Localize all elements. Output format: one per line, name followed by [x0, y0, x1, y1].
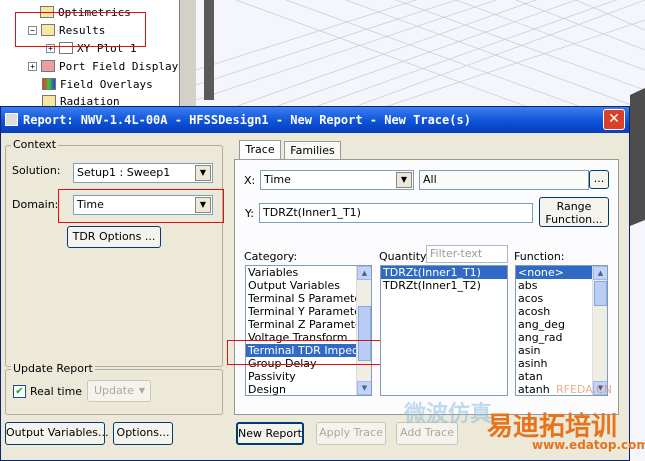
model-edge	[204, 0, 214, 100]
quantity-list-item[interactable]: TDRZt(Inner1_T1)	[381, 266, 507, 279]
range-function-button[interactable]: Range Function...	[539, 197, 609, 227]
tree-item-radiation[interactable]: Radiation	[42, 94, 120, 106]
category-list-item[interactable]: Design	[246, 383, 371, 395]
options-button[interactable]: Options...	[113, 422, 173, 445]
y-label: Y:	[245, 207, 254, 220]
function-list[interactable]: <none> abs acos acosh ang_deg ang_rad asin asin…	[515, 265, 608, 396]
quantity-label: Quantity:	[379, 250, 430, 263]
tree-scrollbar[interactable]	[180, 0, 196, 108]
model-object	[630, 88, 645, 226]
quantity-filter-input[interactable]: Filter-text	[426, 245, 508, 263]
tree-item-port-field-display[interactable]: + Port Field Display	[28, 59, 178, 75]
category-list-item[interactable]: Output Variables	[246, 279, 371, 292]
watermark-url: www.edatop.com	[532, 438, 645, 452]
category-list[interactable]: Variables Output Variables Terminal S Para…	[245, 265, 372, 396]
y-value: TDRZt(Inner1_T1)	[263, 206, 361, 219]
scroll-up-icon[interactable]: ▲	[357, 266, 371, 280]
solution-label: Solution:	[12, 164, 61, 177]
radiation-icon	[42, 95, 56, 106]
solution-value: Setup1 : Sweep1	[77, 166, 171, 179]
watermark-cn-sub: 微波仿真	[404, 402, 493, 427]
category-list-item[interactable]: Passivity	[246, 370, 371, 383]
tdr-options-button[interactable]: TDR Options ...	[67, 226, 161, 248]
chevron-down-icon[interactable]: ▼	[396, 172, 412, 188]
category-list-item[interactable]: Terminal Y Parameter	[246, 305, 371, 318]
app-icon	[5, 113, 18, 126]
y-expression-input[interactable]: TDRZt(Inner1_T1)	[259, 203, 533, 223]
domain-label: Domain:	[12, 198, 59, 211]
apply-trace-button: Apply Trace	[316, 422, 386, 445]
watermark-brand: RFEDA.CN	[556, 383, 612, 396]
quantity-list-item[interactable]: TDRZt(Inner1_T2)	[381, 279, 507, 292]
tree-item-field-overlays[interactable]: Field Overlays	[42, 77, 153, 93]
category-list-item[interactable]: Terminal Z Parameter	[246, 318, 371, 331]
update-report-label: Update Report	[11, 362, 95, 375]
dialog-title: Report: NWV-1.4L-00A - HFSSDesign1 - New…	[23, 113, 471, 127]
category-list-item[interactable]: Terminal S Parameter	[246, 292, 371, 305]
context-group-label: Context	[11, 138, 59, 151]
function-scrollbar[interactable]: ▲ ▼	[592, 266, 607, 395]
tdr-impedance-highlight-box	[227, 340, 386, 365]
x-select[interactable]: Time ▼	[260, 170, 414, 190]
domain-highlight-box	[58, 189, 224, 223]
tab-trace[interactable]: Trace	[239, 140, 281, 160]
update-button: Update ▼	[87, 380, 151, 402]
dropdown-arrow-icon: ▼	[138, 386, 145, 395]
output-variables-button[interactable]: Output Variables...	[5, 422, 108, 445]
x-range-field[interactable]: All	[419, 170, 589, 190]
scroll-thumb[interactable]	[594, 281, 607, 306]
category-list-item[interactable]: Variables	[246, 266, 371, 279]
x-range-ellipsis-button[interactable]: ...	[589, 170, 609, 189]
x-label: X:	[244, 174, 256, 187]
scroll-down-icon[interactable]: ▼	[357, 381, 371, 395]
quantity-items: TDRZt(Inner1_T1) TDRZt(Inner1_T2)	[381, 266, 507, 292]
category-items: Variables Output Variables Terminal S Para…	[246, 266, 371, 395]
realtime-checkbox[interactable]: ✔	[13, 385, 26, 398]
tab-families[interactable]: Families	[284, 141, 341, 160]
x-range-value: All	[423, 173, 437, 186]
port-field-icon	[41, 60, 55, 72]
x-value: Time	[264, 173, 291, 186]
results-highlight-box	[15, 12, 146, 47]
realtime-label: Real time	[30, 385, 83, 398]
quantity-list[interactable]: TDRZt(Inner1_T1) TDRZt(Inner1_T2)	[380, 265, 508, 396]
category-label: Category:	[244, 250, 298, 263]
solution-select[interactable]: Setup1 : Sweep1 ▼	[73, 163, 213, 183]
function-label: Function:	[514, 250, 565, 263]
dialog-titlebar: Report: NWV-1.4L-00A - HFSSDesign1 - New…	[1, 107, 629, 133]
field-overlays-icon	[42, 78, 56, 90]
category-scrollbar[interactable]: ▲ ▼	[356, 266, 371, 395]
expand-icon[interactable]: +	[28, 62, 37, 71]
close-button[interactable]: ✕	[603, 109, 625, 130]
scroll-up-icon[interactable]: ▲	[593, 266, 607, 280]
new-report-button[interactable]: New Report	[236, 422, 304, 445]
chevron-down-icon[interactable]: ▼	[195, 165, 211, 181]
